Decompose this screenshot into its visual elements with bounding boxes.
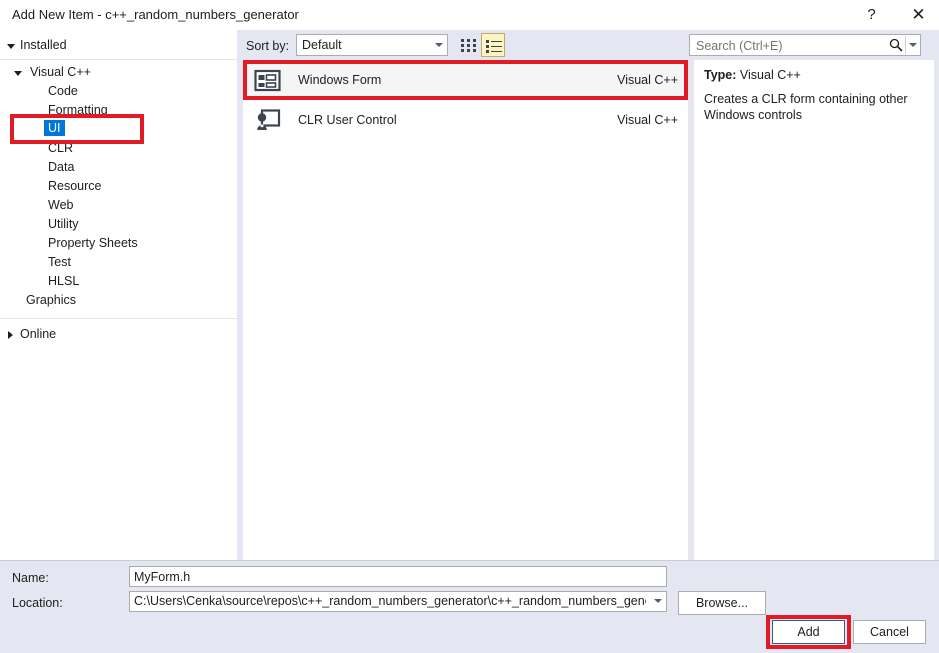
chevron-down-icon (435, 43, 443, 47)
template-language: Visual C++ (617, 73, 678, 87)
divider (0, 560, 939, 561)
name-label: Name: (12, 571, 49, 585)
sidebar-item-label: Resource (48, 179, 102, 193)
list-view-glyph (486, 39, 502, 53)
windows-form-icon (254, 69, 281, 92)
template-windows-form[interactable]: Windows Form Visual C++ (243, 60, 688, 100)
divider (0, 59, 237, 60)
tiles-view-glyph (461, 39, 477, 53)
sidebar-item-visual-cpp[interactable]: Visual C++ (0, 64, 237, 83)
sidebar-item-label: Code (48, 84, 78, 98)
search-icon[interactable] (888, 37, 904, 53)
sidebar-item-formatting[interactable]: Formatting (0, 102, 237, 121)
sidebar-item-label: Formatting (48, 103, 108, 117)
sidebar-item-label: HLSL (48, 274, 80, 288)
sidebar-item-clr[interactable]: CLR (0, 140, 237, 159)
sidebar-item-label: Web (48, 198, 74, 212)
sidebar-item-label: Data (48, 160, 75, 174)
sidebar-item-label: Test (48, 255, 71, 269)
search-divider (905, 36, 906, 54)
location-label: Location: (12, 596, 63, 610)
category-tree: Visual C++ Code Formatting UI CLR Data R… (0, 64, 237, 311)
type-value: Visual C++ (739, 68, 801, 82)
dialog-title: Add New Item - c++_random_numbers_genera… (12, 7, 299, 22)
sidebar-item-label: Property Sheets (48, 236, 138, 250)
sidebar-item-web[interactable]: Web (0, 197, 237, 216)
browse-button[interactable]: Browse... (678, 591, 766, 615)
sidebar-item-hlsl[interactable]: HLSL (0, 273, 237, 292)
sidebar-item-code[interactable]: Code (0, 83, 237, 102)
add-button[interactable]: Add (772, 620, 845, 644)
template-description: Creates a CLR form containing other Wind… (704, 92, 908, 122)
template-name: Windows Form (298, 73, 382, 87)
location-value: C:\Users\Cenka\source\repos\c++_random_n… (134, 594, 646, 608)
sort-by-value: Default (302, 38, 342, 52)
tree-group-installed[interactable]: Installed (0, 35, 237, 57)
sidebar-item-resource[interactable]: Resource (0, 178, 237, 197)
chevron-down-icon (654, 599, 662, 603)
sidebar-item-ui[interactable]: UI (0, 121, 237, 140)
sidebar-item-label: Visual C++ (30, 65, 91, 79)
template-clr-user-control[interactable]: CLR User Control Visual C++ (243, 100, 688, 140)
chevron-down-icon[interactable] (909, 43, 917, 47)
sort-by-dropdown[interactable]: Default (296, 34, 448, 56)
tiles-view-icon[interactable] (456, 33, 480, 57)
tree-group-online[interactable]: Online (0, 324, 237, 346)
sidebar-item-property-sheets[interactable]: Property Sheets (0, 235, 237, 254)
add-new-item-dialog: Add New Item - c++_random_numbers_genera… (0, 0, 939, 653)
sort-by-label: Sort by: (246, 39, 290, 53)
categories-panel: Installed Visual C++ Code Formatting UI … (0, 30, 237, 560)
clr-user-control-icon (257, 109, 281, 130)
name-input[interactable] (129, 566, 667, 587)
sidebar-item-label: Graphics (26, 293, 77, 307)
help-icon[interactable]: ? (849, 0, 894, 30)
template-language: Visual C++ (617, 113, 678, 127)
search-box[interactable] (689, 34, 921, 57)
location-dropdown[interactable]: C:\Users\Cenka\source\repos\c++_random_n… (129, 591, 667, 612)
chevron-right-icon (8, 331, 13, 339)
title-bar: Add New Item - c++_random_numbers_genera… (0, 0, 939, 30)
chevron-down-icon (7, 44, 15, 49)
type-label: Type: (704, 68, 737, 82)
search-input[interactable] (694, 35, 878, 57)
online-label: Online (20, 327, 57, 341)
chevron-down-icon (14, 71, 22, 76)
template-details-panel: Type: Visual C++ Creates a CLR form cont… (694, 60, 934, 560)
sidebar-item-graphics[interactable]: Graphics (0, 292, 237, 311)
sidebar-item-test[interactable]: Test (0, 254, 237, 273)
template-list: Windows Form Visual C++ CLR User Control… (243, 60, 688, 560)
cancel-button[interactable]: Cancel (853, 620, 926, 644)
sidebar-item-label: CLR (48, 141, 74, 155)
installed-label: Installed (20, 38, 67, 52)
divider (0, 318, 237, 319)
template-name: CLR User Control (298, 113, 397, 127)
close-icon[interactable]: ✕ (896, 0, 939, 30)
type-line: Type: Visual C++ (704, 68, 801, 82)
sidebar-item-utility[interactable]: Utility (0, 216, 237, 235)
sidebar-item-label: UI (44, 121, 65, 137)
sidebar-item-data[interactable]: Data (0, 159, 237, 178)
list-view-icon[interactable] (481, 33, 505, 57)
sidebar-item-label: Utility (48, 217, 79, 231)
